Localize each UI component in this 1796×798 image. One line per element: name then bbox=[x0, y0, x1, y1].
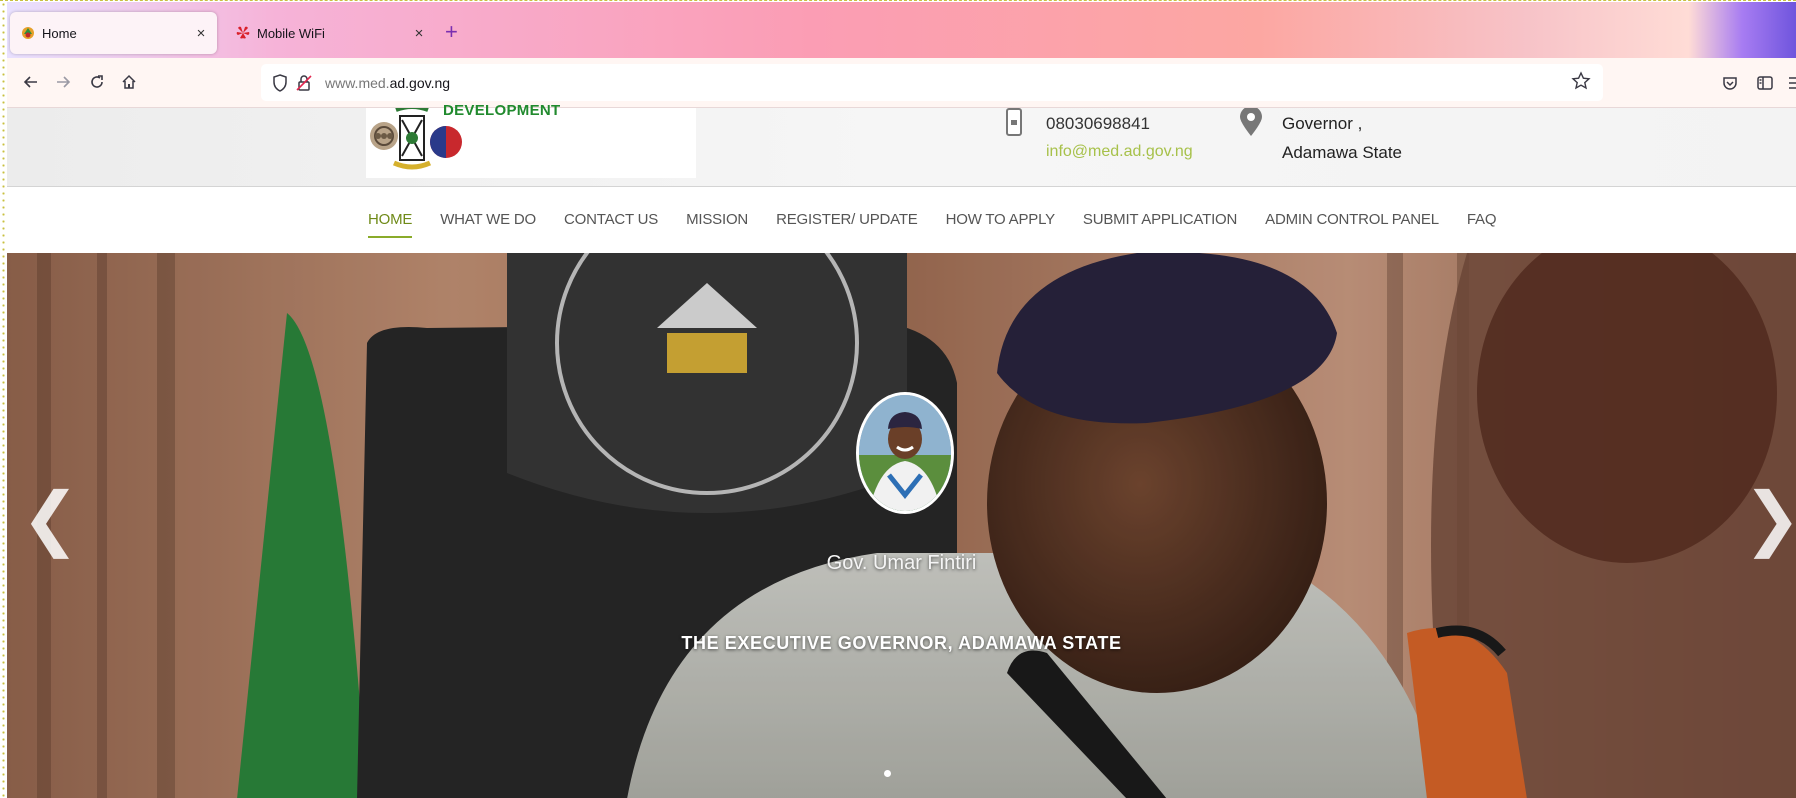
hero-background-image bbox=[7, 253, 1796, 798]
bookmark-star-icon[interactable] bbox=[1571, 71, 1591, 94]
phone-icon bbox=[1003, 108, 1025, 143]
hamburger-menu-icon[interactable] bbox=[1783, 70, 1796, 96]
hero-title: THE EXECUTIVE GOVERNOR, ADAMAWA STATE bbox=[681, 633, 1122, 653]
site-main-nav: HOME WHAT WE DO CONTACT US MISSION REGIS… bbox=[7, 187, 1796, 253]
tab-title: Home bbox=[42, 25, 77, 41]
governor-avatar bbox=[856, 392, 954, 514]
hero-slider: ❮ ❯ Gov. Umar Fintiri THE EXECUTIVE GOVE… bbox=[7, 253, 1796, 798]
nav-how-to-apply[interactable]: HOW TO APPLY bbox=[946, 211, 1056, 238]
address-line-1: Governor , bbox=[1282, 114, 1363, 133]
tab-title: Mobile WiFi bbox=[257, 25, 325, 41]
site-logo[interactable]: DEVELOPMENT bbox=[366, 102, 696, 178]
nav-admin-control-panel[interactable]: ADMIN CONTROL PANEL bbox=[1265, 211, 1439, 238]
slider-next-arrow[interactable]: ❯ bbox=[1743, 483, 1796, 553]
contact-phone: 08030698841 bbox=[1046, 114, 1151, 133]
nav-mission[interactable]: MISSION bbox=[686, 211, 748, 238]
pocket-icon[interactable] bbox=[1717, 70, 1743, 96]
home-icon[interactable] bbox=[115, 68, 143, 96]
close-tab-icon[interactable]: × bbox=[191, 25, 211, 42]
url-text: www.med.ad.gov.ng bbox=[325, 74, 451, 91]
navigation-toolbar: www.med.ad.gov.ng bbox=[7, 58, 1796, 108]
shield-icon[interactable] bbox=[269, 72, 291, 94]
location-pin-icon bbox=[1237, 106, 1265, 143]
nav-contact-us[interactable]: CONTACT US bbox=[564, 211, 658, 238]
sidebar-icon[interactable] bbox=[1752, 70, 1778, 96]
back-icon[interactable] bbox=[17, 68, 45, 96]
nav-register-update[interactable]: REGISTER/ UPDATE bbox=[776, 211, 918, 238]
nav-faq[interactable]: FAQ bbox=[1467, 211, 1497, 238]
hero-name: Gov. Umar Fintiri bbox=[826, 552, 977, 574]
selection-border bbox=[0, 1, 7, 798]
home-favicon-icon bbox=[20, 25, 36, 41]
tab-home[interactable]: Home × bbox=[10, 12, 217, 54]
main-menu: HOME WHAT WE DO CONTACT US MISSION REGIS… bbox=[368, 211, 1524, 238]
close-tab-icon[interactable]: × bbox=[409, 25, 429, 42]
tab-bar: Home × Mobile WiFi × + bbox=[7, 2, 1796, 58]
site-header: DEVELOPMENT 08030698841 info@med.ad.gov.… bbox=[7, 102, 1796, 187]
nav-submit-application[interactable]: SUBMIT APPLICATION bbox=[1083, 211, 1237, 238]
slider-indicator-dot[interactable] bbox=[884, 770, 891, 777]
nav-home[interactable]: HOME bbox=[368, 211, 412, 238]
nav-what-we-do[interactable]: WHAT WE DO bbox=[440, 211, 536, 238]
address-bar[interactable]: www.med.ad.gov.ng bbox=[261, 64, 1603, 101]
address-line-2: Adamawa State bbox=[1282, 143, 1403, 162]
slider-prev-arrow[interactable]: ❮ bbox=[21, 483, 80, 553]
coat-of-arms-logo bbox=[370, 108, 462, 170]
new-tab-button[interactable]: + bbox=[445, 19, 458, 45]
tab-mobile-wifi[interactable]: Mobile WiFi × bbox=[225, 12, 435, 54]
forward-icon[interactable] bbox=[49, 68, 77, 96]
browser-window: Home × Mobile WiFi × + www.med.ad.gov.ng… bbox=[0, 0, 1796, 798]
huawei-favicon-icon bbox=[235, 25, 251, 41]
reload-icon[interactable] bbox=[83, 68, 111, 96]
contact-email-link[interactable]: info@med.ad.gov.ng bbox=[1046, 143, 1193, 161]
insecure-lock-icon[interactable] bbox=[293, 72, 315, 94]
